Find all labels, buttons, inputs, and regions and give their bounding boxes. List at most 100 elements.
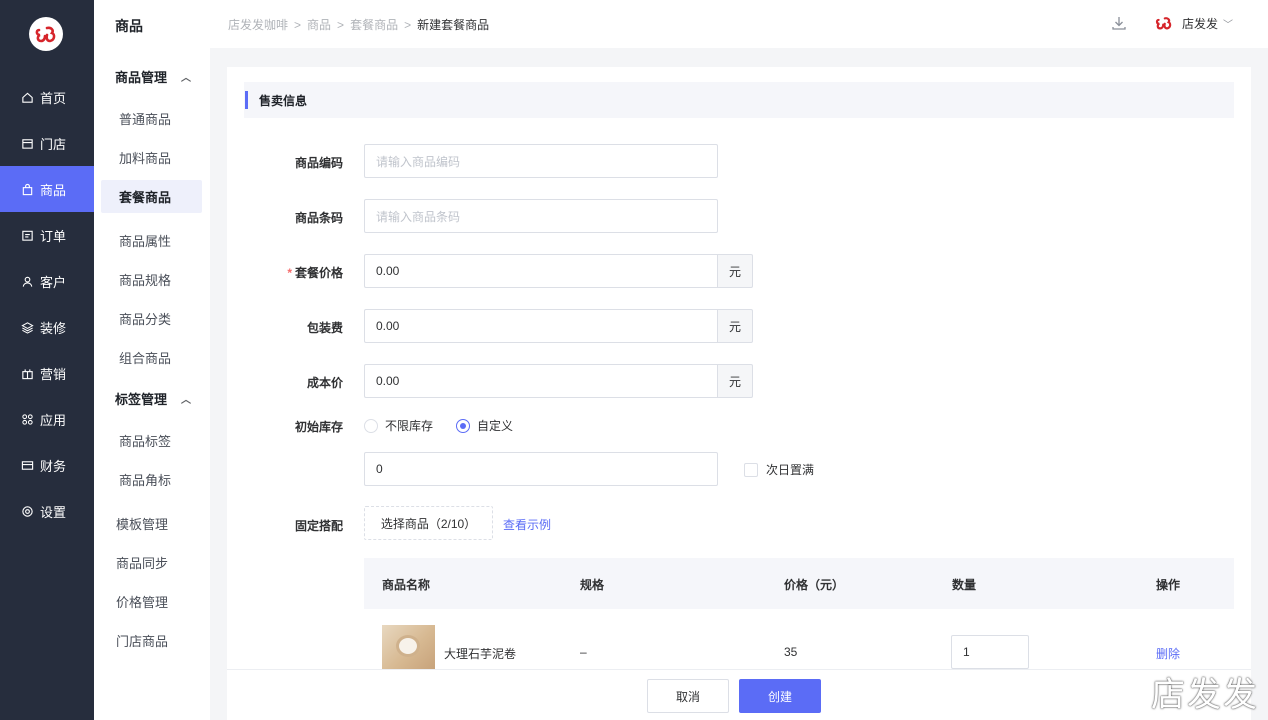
refill-next-day-checkbox[interactable]: 次日置满 [744,461,814,478]
bag-icon [20,182,34,196]
breadcrumb-item[interactable]: 店发发咖啡 [228,16,288,33]
cancel-button[interactable]: 取消 [647,679,729,713]
cost-input[interactable]: 0.00 [364,364,717,398]
user-menu[interactable]: 店发发 ﹀ [1154,13,1233,33]
price-label-text: 套餐价格 [294,266,343,280]
required-mark: * [287,266,292,280]
code-label: 商品编码 [294,156,343,170]
row-spec: – [580,645,587,659]
chevron-down-icon: ﹀ [1223,19,1234,31]
brand-logo[interactable] [29,17,63,51]
subnav-item-attributes[interactable]: 商品属性 [101,224,202,257]
subnav-item-sync[interactable]: 商品同步 [101,546,202,579]
radio-label: 不限库存 [385,419,434,433]
price-input[interactable]: 0.00 [364,254,717,288]
nav-item-goods[interactable]: 商品 [0,166,94,212]
subnav-item-pricing[interactable]: 价格管理 [101,585,202,618]
nav-item-label: 商品 [40,182,67,198]
subnav-item-normal[interactable]: 普通商品 [101,102,202,135]
subnav-item-store-goods[interactable]: 门店商品 [101,624,202,657]
row-qty-input[interactable]: 1 [951,635,1029,669]
nav-item-store[interactable]: 门店 [0,120,94,166]
main-nav: 首页 门店 商品 订单 客户 装修 营销 应用 财务 设置 [0,0,94,720]
cost-label: 成本价 [306,376,343,390]
nav-item-home[interactable]: 首页 [0,74,94,120]
code-input[interactable]: 请输入商品编码 [364,144,718,178]
nav-item-label: 门店 [40,136,67,152]
breadcrumb-item[interactable]: 商品 [307,16,331,33]
subnav-item-combo[interactable]: 套餐商品 [101,180,202,213]
goods-thumbnail [382,625,435,670]
nav-item-settings[interactable]: 设置 [0,488,94,534]
packing-input[interactable]: 0.00 [364,309,717,343]
apps-icon [20,412,34,426]
subnav-item-addon[interactable]: 加料商品 [101,141,202,174]
nav-item-label: 装修 [40,320,67,336]
row-goods-name: 大理石芋泥卷 [444,647,517,661]
subnav-group-goods-management[interactable]: 商品管理 ︿ [115,67,191,86]
price-unit: 元 [717,254,753,288]
subnav-group-label: 标签管理 [115,392,168,407]
form-card: 售卖信息 商品编码 请输入商品编码 商品条码 请输入商品条码 * 套餐价格 0.0… [227,67,1251,720]
nav-item-apps[interactable]: 应用 [0,396,94,442]
combo-label: 固定搭配 [294,519,343,533]
packing-label: 包装费 [306,321,343,335]
nav-item-customers[interactable]: 客户 [0,258,94,304]
col-header-name: 商品名称 [382,578,431,592]
subnav-item-bundle[interactable]: 组合商品 [101,341,202,374]
checkbox-box [744,462,758,477]
nav-item-label: 财务 [40,458,67,474]
breadcrumb-item[interactable]: 套餐商品 [350,16,398,33]
home-icon [20,90,34,104]
stock-label: 初始库存 [294,420,343,434]
store-icon [20,136,34,150]
row-delete-link[interactable]: 删除 [1156,645,1180,662]
brand-logo-icon [35,26,56,43]
subnav-item-category[interactable]: 商品分类 [101,302,202,335]
barcode-input[interactable]: 请输入商品条码 [364,199,718,233]
order-icon [20,228,34,242]
layers-icon [20,320,34,334]
nav-item-marketing[interactable]: 营销 [0,350,94,396]
nav-item-label: 客户 [40,274,67,290]
cost-unit: 元 [717,364,753,398]
top-bar: 店发发咖啡 > 商品 > 套餐商品 > 新建套餐商品 店发发 ﹀ [210,0,1268,48]
select-goods-button[interactable]: 选择商品（2/10） [364,506,493,540]
radio-circle [364,418,378,433]
chevron-right-icon: > [404,17,412,32]
nav-item-orders[interactable]: 订单 [0,212,94,258]
card-icon [20,458,34,472]
download-icon[interactable] [1110,14,1128,32]
radio-circle [456,418,470,433]
subnav-item-tags[interactable]: 商品标签 [101,424,202,457]
chevron-right-icon: > [337,17,345,32]
stock-custom-radio[interactable]: 自定义 [456,417,513,434]
col-header-spec: 规格 [580,578,605,592]
subnav-title: 商品 [115,18,143,34]
section-accent-bar [245,91,248,109]
col-header-price: 价格（元） [784,578,845,592]
section-title: 售卖信息 [259,93,308,108]
nav-item-decor[interactable]: 装修 [0,304,94,350]
subnav-group-tag-management[interactable]: 标签管理 ︿ [115,389,191,408]
chevron-up-icon: ︿ [181,73,192,84]
row-price: 35 [784,645,798,659]
create-button[interactable]: 创建 [739,679,821,713]
nav-item-label: 首页 [40,90,67,106]
chevron-right-icon: > [294,17,302,32]
combo-table-header: 商品名称 规格 价格（元） 数量 操作 [364,558,1234,609]
nav-item-label: 应用 [40,412,67,428]
packing-unit: 元 [717,309,753,343]
subnav-item-specs[interactable]: 商品规格 [101,263,202,296]
view-example-link[interactable]: 查看示例 [503,516,551,533]
subnav-group-label: 商品管理 [115,70,168,85]
subnav-item-badges[interactable]: 商品角标 [101,463,202,496]
radio-label: 自定义 [477,419,514,433]
stock-unlimited-radio[interactable]: 不限库存 [364,417,433,434]
nav-item-label: 设置 [40,504,67,520]
cup-image [396,635,420,657]
subnav-item-templates[interactable]: 模板管理 [101,507,202,540]
nav-item-finance[interactable]: 财务 [0,442,94,488]
stock-input[interactable]: 0 [364,452,718,486]
sub-nav: 商品 商品管理 ︿ 普通商品 加料商品 套餐商品 商品属性 商品规格 商品分类 … [94,0,210,720]
